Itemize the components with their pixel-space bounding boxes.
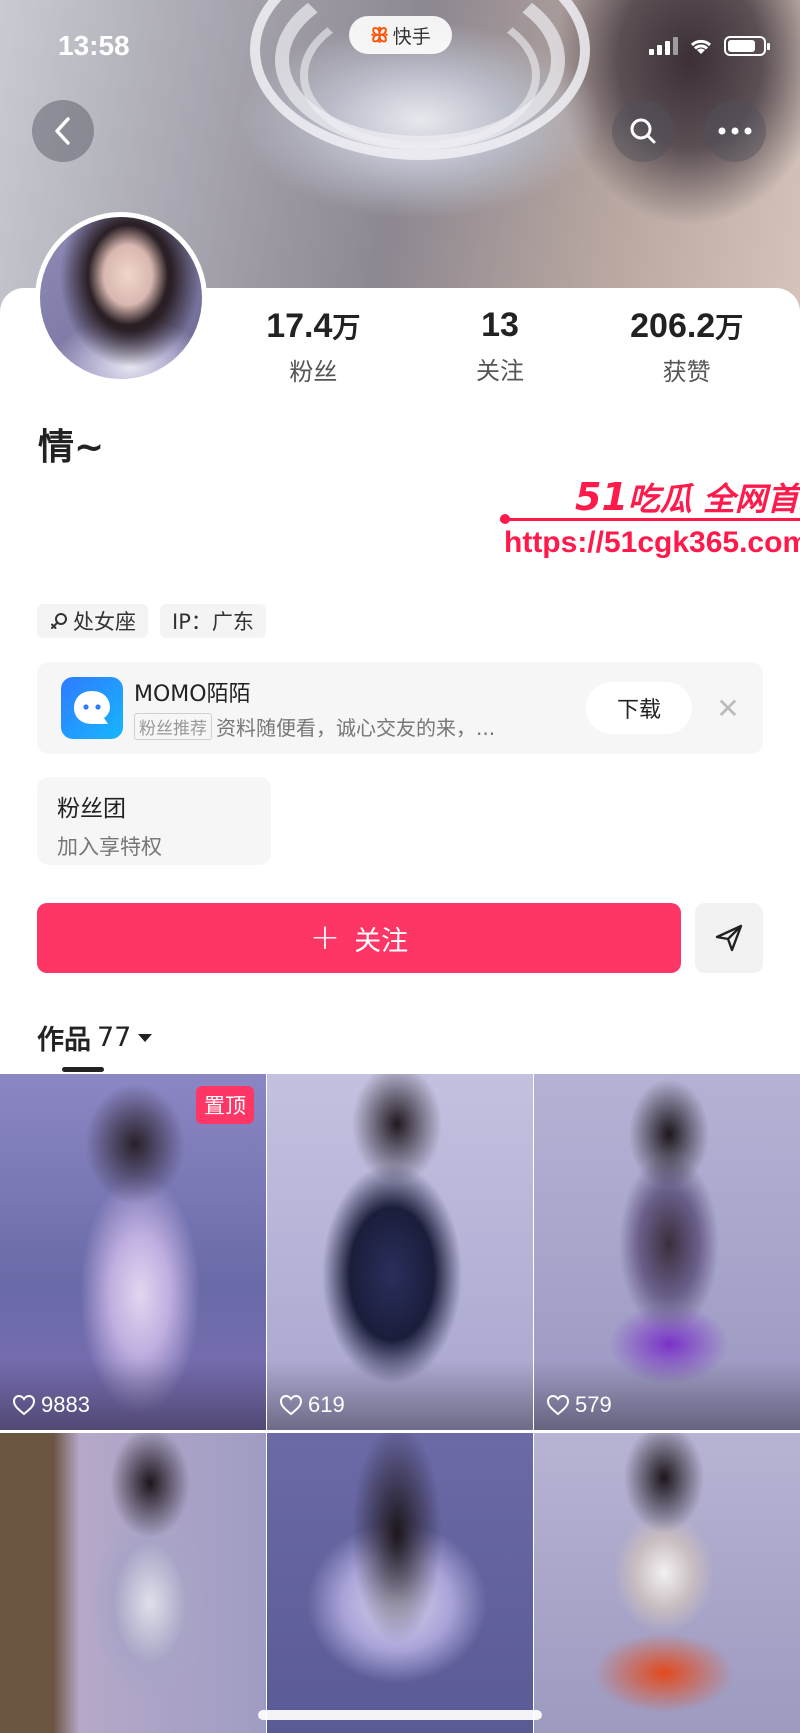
- tag-label: IP：广东: [172, 610, 254, 634]
- video-tile[interactable]: 619: [267, 1074, 533, 1430]
- avatar[interactable]: [35, 212, 207, 384]
- promo-description: 资料随便看，诚心交友的来，...: [216, 716, 496, 740]
- video-likes: 619: [279, 1392, 345, 1418]
- promo-subtitle: 粉丝推荐 资料随便看，诚心交友的来，...: [134, 712, 495, 741]
- wifi-icon: [690, 39, 712, 54]
- signal-icon: [649, 37, 678, 55]
- back-button[interactable]: [32, 100, 94, 162]
- works-count: 77: [97, 1022, 132, 1053]
- status-icons: [649, 36, 770, 56]
- tag-zodiac: 处女座: [37, 604, 148, 638]
- tag-label: 处女座: [73, 610, 136, 634]
- plus-icon: +: [309, 917, 341, 958]
- video-grid: 置顶 9883 619 579: [0, 1074, 800, 1733]
- watermark-number: 51: [575, 475, 628, 519]
- stat-likes[interactable]: 206.2万 获赞: [593, 306, 780, 387]
- fan-club-card[interactable]: 粉丝团 加入享特权: [37, 777, 271, 865]
- stat-label: 关注: [476, 357, 524, 385]
- heart-icon: [12, 1394, 36, 1416]
- more-button[interactable]: [704, 100, 766, 162]
- video-tile[interactable]: [534, 1432, 800, 1733]
- video-tile[interactable]: 579: [534, 1074, 800, 1430]
- chevron-left-icon: [55, 117, 70, 145]
- watermark-overlay: 51吃瓜 全网首发 https://51cgk365.com: [500, 474, 800, 584]
- close-icon[interactable]: ✕: [710, 690, 746, 726]
- username: 情~: [38, 427, 105, 468]
- home-indicator: [258, 1710, 542, 1720]
- video-tile[interactable]: 置顶 9883: [0, 1074, 266, 1430]
- video-likes: 9883: [12, 1392, 90, 1418]
- follow-label: 关注: [354, 925, 409, 957]
- video-likes: 579: [546, 1392, 612, 1418]
- caret-down-icon: [138, 1033, 153, 1042]
- heart-icon: [546, 1394, 570, 1416]
- promo-card[interactable]: MOMO陌陌 粉丝推荐 资料随便看，诚心交友的来，... 下载 ✕: [37, 662, 763, 754]
- app-pill-label: 快手: [392, 25, 431, 48]
- stat-label: 获赞: [662, 358, 711, 386]
- tag-ip-location: IP：广东: [160, 604, 266, 638]
- app-pill[interactable]: ꕥ 快手: [349, 16, 452, 54]
- profile-tags: 处女座 IP：广东: [37, 604, 266, 638]
- profile-stats: 17.4万 粉丝 13 关注 206.2万 获赞: [220, 306, 780, 387]
- likes-count: 9883: [41, 1392, 90, 1417]
- promo-badge: 粉丝推荐: [134, 713, 212, 740]
- watermark-title: 51吃瓜 全网首发: [575, 474, 800, 520]
- send-icon: [715, 924, 743, 952]
- follow-button[interactable]: + 关注: [37, 903, 681, 973]
- stat-label: 粉丝: [289, 358, 338, 386]
- fan-club-title: 粉丝团: [57, 796, 126, 822]
- promo-title: MOMO陌陌: [134, 682, 251, 707]
- more-dots-icon: [718, 127, 752, 135]
- likes-count: 579: [575, 1392, 612, 1417]
- stat-following[interactable]: 13 关注: [407, 306, 594, 387]
- stat-unit: 万: [332, 312, 361, 343]
- video-tile[interactable]: [0, 1432, 266, 1733]
- tab-works[interactable]: 作品 77: [37, 1018, 153, 1057]
- share-button[interactable]: [695, 903, 763, 973]
- search-icon: [630, 118, 656, 144]
- female-symbol-icon: [51, 613, 67, 629]
- kuaishou-logo-icon: ꕥ: [370, 23, 389, 47]
- watermark-line: [500, 514, 800, 524]
- momo-app-icon: [61, 677, 123, 739]
- fan-club-subtitle: 加入享特权: [57, 835, 162, 859]
- status-time: 13:58: [58, 30, 130, 61]
- tab-indicator: [62, 1067, 104, 1072]
- watermark-url: https://51cgk365.com: [504, 526, 800, 559]
- pinned-badge: 置顶: [196, 1086, 254, 1124]
- watermark-text: 吃瓜 全网首发: [627, 480, 800, 518]
- works-label: 作品: [37, 1025, 91, 1056]
- download-button[interactable]: 下载: [586, 682, 692, 734]
- battery-icon: [724, 36, 770, 56]
- search-button[interactable]: [612, 100, 674, 162]
- status-bar: 13:58 ꕥ 快手: [0, 0, 800, 90]
- video-tile[interactable]: [267, 1432, 533, 1733]
- stat-value: 13: [481, 306, 519, 344]
- heart-icon: [279, 1394, 303, 1416]
- stat-value: 206.2: [630, 307, 716, 345]
- stat-followers[interactable]: 17.4万 粉丝: [220, 306, 407, 387]
- stat-unit: 万: [715, 312, 744, 343]
- stat-value: 17.4: [266, 307, 333, 345]
- likes-count: 619: [308, 1392, 345, 1417]
